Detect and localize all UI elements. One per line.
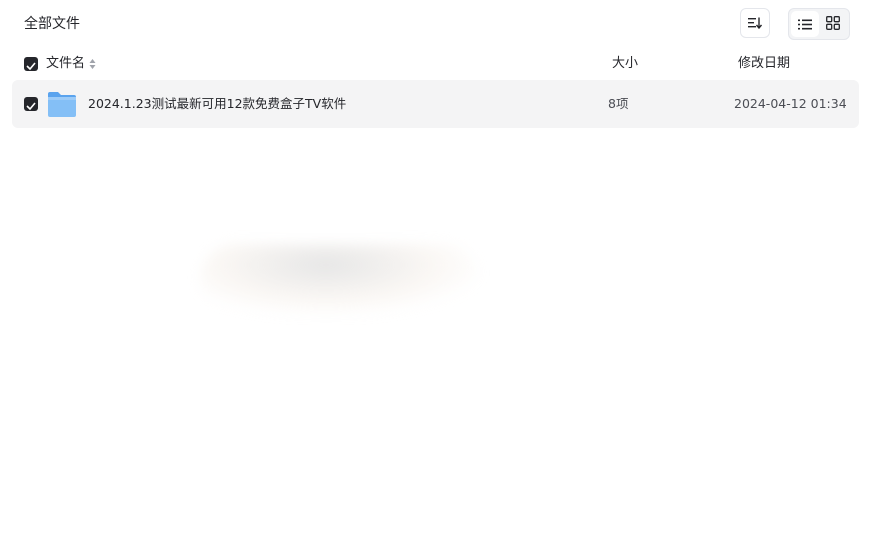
sort-descending-icon: [748, 14, 763, 33]
folder-icon: [46, 90, 78, 118]
checkmark-icon: [26, 55, 36, 74]
row-checkbox[interactable]: [24, 97, 38, 111]
sort-toggle-icon[interactable]: [89, 58, 96, 70]
select-all-checkbox[interactable]: [24, 57, 38, 71]
file-name[interactable]: 2024.1.23测试最新可用12款免费盒子TV软件: [88, 94, 346, 114]
file-size: 8项: [608, 96, 629, 111]
grid-view-icon: [826, 15, 840, 34]
file-manager: 全部文件 文件名 大小 修改日期 2024.1.23测试最新可用12款免费盒子T…: [0, 0, 874, 538]
list-view-button[interactable]: [791, 11, 819, 37]
checkmark-icon: [26, 95, 36, 114]
sort-button[interactable]: [740, 8, 770, 38]
column-name-label: 文件名: [46, 56, 86, 71]
column-header-size[interactable]: 大小: [612, 54, 638, 74]
grid-view-button[interactable]: [819, 11, 847, 37]
page-title: 全部文件: [24, 16, 80, 32]
list-view-icon: [798, 15, 812, 34]
table-row[interactable]: 2024.1.23测试最新可用12款免费盒子TV软件 8项 2024-04-12…: [12, 80, 859, 128]
file-date: 2024-04-12 01:34: [734, 96, 847, 111]
blurred-overlay: [200, 244, 480, 314]
column-header-date[interactable]: 修改日期: [738, 54, 790, 74]
view-switch: [788, 8, 850, 40]
column-header-name[interactable]: 文件名: [46, 54, 96, 74]
table-header: 文件名 大小 修改日期: [0, 52, 874, 76]
